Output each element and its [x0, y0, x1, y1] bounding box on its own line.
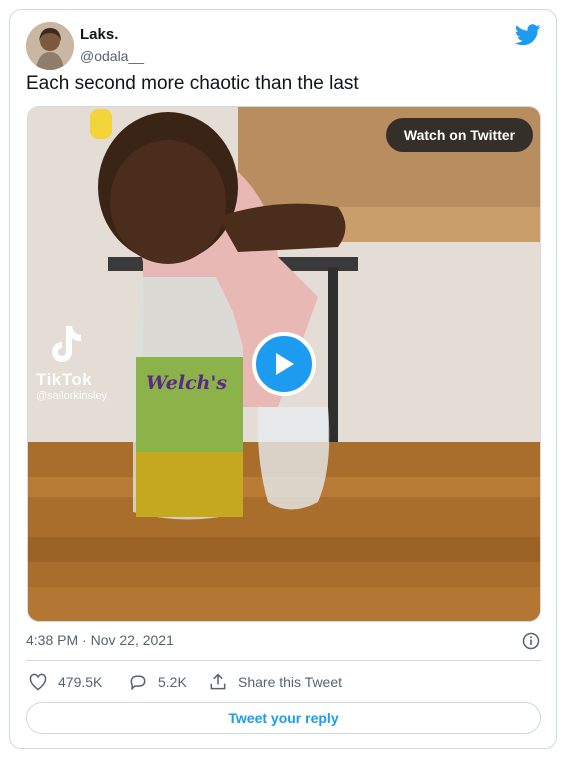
divider — [26, 660, 541, 661]
tiktok-label: TikTok — [36, 370, 93, 389]
play-icon — [276, 353, 294, 375]
reply-icon — [130, 675, 146, 691]
info-icon[interactable] — [522, 632, 540, 650]
share-icon — [210, 673, 226, 690]
tiktok-username: @sailorkinsley — [36, 390, 108, 402]
bottle-brand-label: Welch's — [146, 372, 227, 394]
watch-on-twitter-button[interactable]: Watch on Twitter — [386, 118, 533, 152]
twitter-bird-icon[interactable] — [515, 24, 541, 46]
share-button[interactable]: Share this Tweet — [208, 672, 342, 692]
like-count: 479.5K — [58, 674, 103, 690]
author-name[interactable]: Laks. — [80, 26, 118, 43]
author-handle[interactable]: @odala__ — [80, 48, 144, 64]
avatar[interactable] — [26, 22, 74, 70]
reply-count: 5.2K — [158, 674, 187, 690]
play-button[interactable] — [252, 332, 316, 396]
like-button[interactable]: 479.5K — [28, 672, 102, 692]
heart-icon — [29, 673, 47, 691]
tweet-your-reply-button[interactable]: Tweet your reply — [26, 702, 541, 734]
reply-button[interactable]: 5.2K — [128, 672, 187, 692]
tiktok-icon — [52, 326, 81, 362]
tweet-timestamp[interactable]: 4:38 PM · Nov 22, 2021 — [26, 632, 174, 648]
share-label: Share this Tweet — [238, 674, 343, 690]
tweet-text: Each second more chaotic than the last — [26, 73, 359, 94]
